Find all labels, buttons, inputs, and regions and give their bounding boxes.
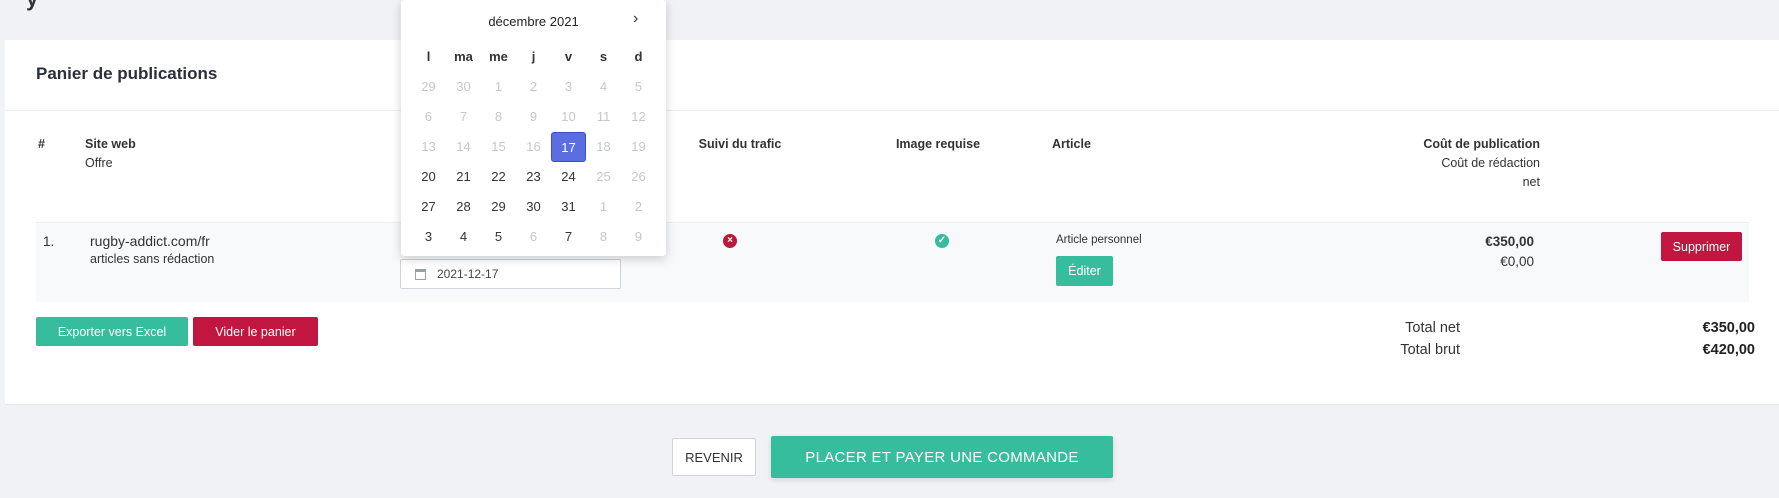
day-cell: 6 xyxy=(529,229,538,244)
empty-cart-button[interactable]: Vider le panier xyxy=(193,317,318,346)
day-cell: 6 xyxy=(424,109,433,124)
total-gross-label: Total brut xyxy=(1400,342,1460,358)
weekday-label: l xyxy=(426,49,431,64)
footer-divider xyxy=(5,404,1779,405)
calendar-icon xyxy=(415,269,426,280)
day-cell: 8 xyxy=(599,229,608,244)
day-cell: 14 xyxy=(456,139,471,154)
day-cell: 5 xyxy=(634,79,643,94)
week-row: 6 7 8 9 10 11 12 xyxy=(411,102,656,132)
row-writing-cost: €0,00 xyxy=(1500,254,1534,269)
edit-button[interactable]: Éditer xyxy=(1056,256,1113,286)
row-offer: articles sans rédaction xyxy=(90,252,215,266)
day-cell: 8 xyxy=(494,109,503,124)
day-cell: 2 xyxy=(634,199,643,214)
day-cell[interactable]: 5 xyxy=(481,222,516,252)
chevron-right-icon[interactable]: › xyxy=(633,10,638,28)
day-cell: 13 xyxy=(421,139,436,154)
card-header: Panier de publications xyxy=(5,40,1779,111)
total-net-value: €350,00 xyxy=(1702,320,1755,336)
day-cell: 15 xyxy=(491,139,506,154)
col-image-header: Image requise xyxy=(895,137,981,151)
week-row: 345678 9 xyxy=(411,222,656,252)
day-cell: 4 xyxy=(599,79,608,94)
day-cell: 9 xyxy=(634,229,643,244)
day-cell: 2 xyxy=(529,79,538,94)
day-cell: 12 xyxy=(631,109,646,124)
day-cell: 30 xyxy=(456,79,471,94)
day-cell: 11 xyxy=(596,109,611,124)
row-index: 1. xyxy=(43,234,55,249)
day-cell: 9 xyxy=(529,109,538,124)
day-cell[interactable]: 3 xyxy=(411,222,446,252)
day-cell: 26 xyxy=(631,169,646,184)
page-top-bar: y xyxy=(0,0,1779,40)
col-site-header: Site web Offre xyxy=(85,135,136,173)
weekday-label: ma xyxy=(454,49,473,64)
week-row: 29 30 1 2 3 4 5 xyxy=(411,72,656,102)
col-writing-cost-label: Coût de rédaction xyxy=(1441,156,1540,170)
day-cell[interactable]: 21 xyxy=(446,162,481,192)
day-cell: 1 xyxy=(599,199,608,214)
col-offer-label: Offre xyxy=(85,156,113,170)
day-cell[interactable]: 31 xyxy=(551,192,586,222)
day-cell: 19 xyxy=(631,139,646,154)
day-cell: 25 xyxy=(596,169,611,184)
weekday-header-row: l ma me j v s d xyxy=(411,42,656,72)
total-gross-value: €420,00 xyxy=(1702,342,1755,358)
publication-date-input[interactable]: 2021-12-17 xyxy=(400,259,621,289)
datepicker-grid: l ma me j v s d 29 30 1 2 3 4 5 6 7 8 9 10 11 12 13 14 15 16 17 18… xyxy=(411,42,656,252)
col-article-header: Article xyxy=(1052,137,1091,151)
col-publication-cost-label: Coût de publication xyxy=(1423,137,1540,151)
day-cell: 1 xyxy=(494,79,503,94)
back-button[interactable]: REVENIR xyxy=(672,438,756,476)
weekday-label: j xyxy=(531,49,536,64)
week-row: 20 21 22 23 24 25 26 xyxy=(411,162,656,192)
datepicker-popup: décembre 2021 › l ma me j v s d 29 30 1 2 3 4 5 6 7 8 9 10… xyxy=(401,0,666,256)
col-cost-header: Coût de publication Coût de rédaction ne… xyxy=(1305,135,1540,192)
row-site[interactable]: rugby-addict.com/fr xyxy=(90,233,210,249)
day-cell: 29 xyxy=(421,79,436,94)
publication-date-value: 2021-12-17 xyxy=(437,267,499,281)
day-cell[interactable]: 4 xyxy=(446,222,481,252)
day-cell[interactable]: 22 xyxy=(481,162,516,192)
delete-button[interactable]: Supprimer xyxy=(1661,232,1742,261)
col-traffic-header: Suivi du trafic xyxy=(698,137,782,151)
error-icon: × xyxy=(723,234,737,248)
row-article-type: Article personnel xyxy=(1056,234,1142,246)
day-cell[interactable]: 24 xyxy=(551,162,586,192)
table-row: 1. rugby-addict.com/fr articles sans réd… xyxy=(36,222,1749,302)
day-cell: 18 xyxy=(596,139,611,154)
week-row: 27 28 29 30 31 1 2 xyxy=(411,192,656,222)
day-cell: 7 xyxy=(459,109,468,124)
datepicker-month: décembre 2021 xyxy=(488,14,579,29)
row-publication-cost: €350,00 xyxy=(1485,234,1534,249)
col-site-label: Site web xyxy=(85,137,136,151)
day-cell[interactable]: 20 xyxy=(411,162,446,192)
day-cell: 10 xyxy=(561,109,576,124)
weekday-label: s xyxy=(599,49,608,64)
selected-day[interactable]: 17 xyxy=(551,132,586,162)
weekday-label: d xyxy=(634,49,643,64)
day-cell[interactable]: 23 xyxy=(516,162,551,192)
week-row: 13 14 15 16 17 18 19 xyxy=(411,132,656,162)
total-net-label: Total net xyxy=(1405,320,1460,336)
col-net-label: net xyxy=(1522,175,1540,189)
weekday-label: v xyxy=(564,49,573,64)
cart-card: Panier de publications # Site web Offre … xyxy=(5,40,1779,404)
check-icon: ✓ xyxy=(935,234,949,248)
day-cell[interactable]: 28 xyxy=(446,192,481,222)
col-index-header: # xyxy=(38,137,45,151)
card-title: Panier de publications xyxy=(36,64,218,83)
page-heading-fragment: y xyxy=(26,0,38,12)
weekday-label: me xyxy=(489,49,508,64)
day-cell: 3 xyxy=(564,79,573,94)
place-order-button[interactable]: PLACER ET PAYER UNE COMMANDE xyxy=(771,436,1113,478)
export-excel-button[interactable]: Exporter vers Excel xyxy=(36,317,188,346)
day-cell[interactable]: 29 xyxy=(481,192,516,222)
day-cell[interactable]: 7 xyxy=(551,222,586,252)
day-cell[interactable]: 30 xyxy=(516,192,551,222)
day-cell[interactable]: 27 xyxy=(411,192,446,222)
day-cell: 16 xyxy=(526,139,541,154)
